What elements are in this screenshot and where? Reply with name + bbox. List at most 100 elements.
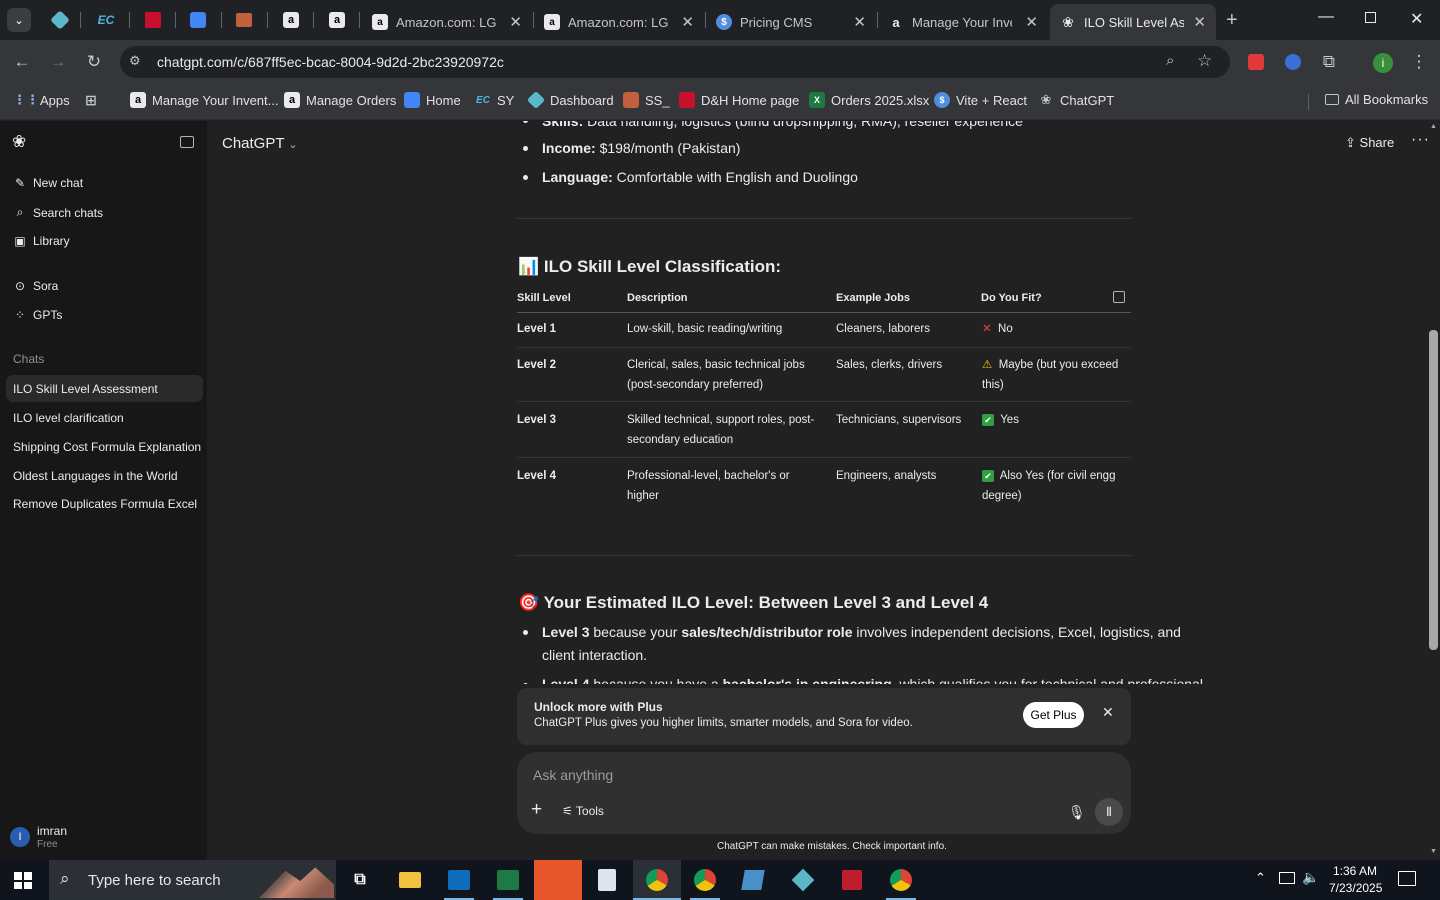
scroll-up-arrow-icon[interactable]: ▲ xyxy=(1430,123,1437,130)
bookmark-dh-home[interactable]: D&H Home page xyxy=(679,92,799,108)
copy-table-icon[interactable] xyxy=(1113,291,1125,303)
zoom-app-icon[interactable] xyxy=(534,860,582,900)
clock-date[interactable]: 7/23/2025 xyxy=(1329,881,1382,895)
bookmark-home[interactable]: Home xyxy=(404,92,461,108)
table-cell-fit: ✕ No xyxy=(982,323,1013,335)
bookmark-vite-react[interactable]: $ Vite + React xyxy=(934,92,1027,108)
pinned-tab-stack[interactable] xyxy=(232,8,256,32)
bookmark-orders-2025[interactable]: X Orders 2025.xlsx xyxy=(809,92,929,108)
bookmark-apps[interactable]: ⋮⋮ Apps xyxy=(13,92,70,108)
pinned-tab-ec[interactable]: EC xyxy=(94,8,118,32)
pinned-tab-dh[interactable] xyxy=(141,8,165,32)
pinned-tab-google[interactable] xyxy=(186,8,210,32)
close-tab-icon[interactable]: ✕ xyxy=(1193,13,1206,31)
new-tab-button[interactable]: + xyxy=(1226,9,1238,32)
task-view-icon[interactable]: ⧉ xyxy=(345,866,375,894)
share-button[interactable]: ⇪ Share xyxy=(1345,135,1394,151)
address-bar[interactable]: ⚙ chatgpt.com/c/687ff5ec-bcac-8004-9d2d-… xyxy=(120,46,1230,78)
chrome-canary-icon[interactable] xyxy=(886,866,916,894)
browser-menu-icon[interactable]: ⋮ xyxy=(1407,50,1431,74)
clock-time[interactable]: 1:36 AM xyxy=(1333,864,1377,878)
bookmark-ss[interactable]: SS_ xyxy=(623,92,670,108)
scrollbar-thumb[interactable] xyxy=(1429,330,1438,650)
table-cell-fit: ⚠ Maybe (but you exceed this) xyxy=(982,359,1119,391)
diamond-app-icon[interactable] xyxy=(788,866,818,894)
close-banner-icon[interactable]: ✕ xyxy=(1102,704,1114,721)
message-input[interactable]: Ask anything xyxy=(533,767,613,783)
close-tab-icon[interactable]: ✕ xyxy=(853,13,866,31)
chat-item[interactable]: Shipping Cost Formula Explanation xyxy=(6,433,203,460)
chat-item[interactable]: Oldest Languages in the World xyxy=(6,462,203,489)
chrome-icon[interactable] xyxy=(633,860,681,900)
taskbar-search-placeholder[interactable]: Type here to search xyxy=(88,872,221,889)
tab-ilo-skill-level[interactable]: ❀ ILO Skill Level Asse ✕ xyxy=(1050,4,1216,40)
url-text[interactable]: chatgpt.com/c/687ff5ec-bcac-8004-9d2d-2b… xyxy=(157,54,504,70)
site-info-icon[interactable]: ⚙ xyxy=(129,53,141,69)
dollar-icon: $ xyxy=(934,92,950,108)
bookmark-sy[interactable]: EC SY xyxy=(475,92,514,108)
close-sidebar-icon[interactable] xyxy=(180,136,194,148)
zoom-icon[interactable]: ⌕ xyxy=(1166,52,1174,69)
bookmark-star-icon[interactable]: ☆ xyxy=(1197,51,1212,71)
chat-item[interactable]: ILO Skill Level Assessment xyxy=(6,375,203,402)
tools-button[interactable]: ⚟ Tools xyxy=(562,804,604,818)
chrome-profile-icon[interactable] xyxy=(690,866,720,894)
filezilla-icon[interactable] xyxy=(837,866,867,894)
tab-amazon-lg-c[interactable]: a Amazon.com: LG C ✕ xyxy=(362,4,532,40)
tab-amazon-lg-8[interactable]: a Amazon.com: LG 8 ✕ xyxy=(534,4,704,40)
extension-pdf-icon[interactable] xyxy=(1248,54,1264,70)
profile-avatar[interactable]: i xyxy=(1373,53,1393,73)
bookmark-chatgpt[interactable]: ❀ ChatGPT xyxy=(1038,92,1115,108)
back-arrow-icon[interactable]: ← xyxy=(10,50,34,74)
close-window-icon[interactable]: ✕ xyxy=(1410,9,1423,29)
scroll-down-arrow-icon[interactable]: ▼ xyxy=(1430,848,1437,855)
openai-logo-icon[interactable]: ❀ xyxy=(12,132,26,152)
bookmark-all-bookmarks[interactable]: All Bookmarks xyxy=(1325,92,1428,107)
library-button[interactable]: ▣ Library xyxy=(13,234,69,248)
bookmark-manage-orders[interactable]: a Manage Orders xyxy=(284,92,396,108)
more-options-icon[interactable]: ··· xyxy=(1411,131,1428,149)
microphone-icon[interactable]: 🎙 xyxy=(1068,804,1086,821)
show-hidden-icons-chevron-icon[interactable]: ⌃ xyxy=(1255,870,1266,886)
gpts-button[interactable]: ⁘ GPTs xyxy=(13,308,62,322)
page-scrollbar[interactable]: ▲ ▼ xyxy=(1428,121,1440,860)
extensions-puzzle-icon[interactable]: ⧉ xyxy=(1317,50,1341,74)
reload-icon[interactable]: ↻ xyxy=(82,50,106,74)
bookmark-tab-groups[interactable]: ⊞ xyxy=(83,92,105,108)
close-tab-icon[interactable]: ✕ xyxy=(509,13,522,31)
notes-app-icon[interactable] xyxy=(738,866,768,894)
pinned-tab-app[interactable] xyxy=(48,8,72,32)
bookmark-dashboard[interactable]: Dashboard xyxy=(526,90,614,110)
chat-item[interactable]: Remove Duplicates Formula Excel xyxy=(6,490,203,517)
new-chat-button[interactable]: ✎ New chat xyxy=(13,176,83,190)
restore-window-icon[interactable] xyxy=(1365,12,1376,23)
tab-pricing-cms[interactable]: $ Pricing CMS ✕ xyxy=(706,4,876,40)
close-tab-icon[interactable]: ✕ xyxy=(681,13,694,31)
outlook-icon[interactable] xyxy=(444,866,474,894)
search-chats-button[interactable]: ⌕ Search chats xyxy=(13,205,103,220)
forward-arrow-icon[interactable]: → xyxy=(46,50,70,74)
minimize-window-icon[interactable]: — xyxy=(1318,8,1334,26)
volume-icon[interactable]: 🔈 xyxy=(1302,869,1319,886)
close-tab-icon[interactable]: ✕ xyxy=(1025,13,1038,31)
tab-manage-inventory[interactable]: a Manage Your Inven ✕ xyxy=(878,4,1048,40)
notification-center-icon[interactable] xyxy=(1398,871,1416,886)
attach-plus-icon[interactable]: + xyxy=(531,799,542,821)
file-explorer-icon[interactable] xyxy=(395,866,425,894)
get-plus-button[interactable]: Get Plus xyxy=(1023,702,1084,728)
user-menu[interactable]: I imran Free xyxy=(10,821,200,853)
sora-button[interactable]: ⊙ Sora xyxy=(13,279,58,293)
voice-mode-button[interactable]: ⫴ xyxy=(1095,798,1123,826)
extension-blue-icon[interactable] xyxy=(1285,54,1301,70)
taskbar-search-box[interactable]: ⌕ Type here to search xyxy=(49,860,336,900)
windows-start-icon[interactable] xyxy=(14,872,32,889)
excel-icon[interactable] xyxy=(493,866,523,894)
pinned-tab-amazon-2[interactable]: a xyxy=(325,8,349,32)
calculator-icon[interactable] xyxy=(592,866,622,894)
model-selector[interactable]: ChatGPT ⌄ xyxy=(222,135,298,152)
network-icon[interactable] xyxy=(1279,872,1295,884)
chat-item[interactable]: ILO level clarification xyxy=(6,404,203,431)
pinned-tab-amazon-1[interactable]: a xyxy=(279,8,303,32)
tab-search-button[interactable]: ⌄ xyxy=(7,8,31,32)
bookmark-manage-inventory[interactable]: a Manage Your Invent... xyxy=(130,92,278,108)
